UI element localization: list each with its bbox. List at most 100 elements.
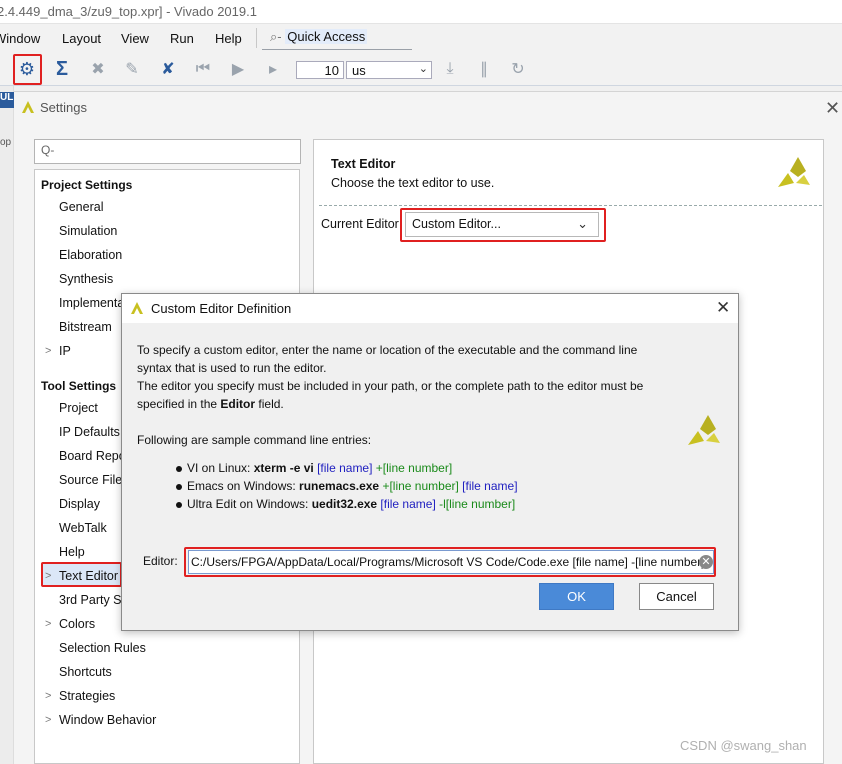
run-all-icon[interactable]: ▶ (228, 59, 248, 79)
vivado-logo-icon (22, 101, 34, 113)
settings-title: Settings (40, 100, 87, 115)
sample-prefix: Emacs on Windows: (187, 479, 300, 493)
panel-separator (319, 205, 822, 206)
time-unit-select[interactable]: us ⌄ (346, 61, 432, 79)
nav-item-ip-defaults[interactable]: IP Defaults (59, 425, 120, 439)
vivado-logo-icon (131, 302, 143, 314)
sample-line-arg: -l[line number] (435, 497, 516, 511)
desc-text: specified in the (137, 397, 221, 411)
menu-help[interactable]: Help (215, 31, 242, 46)
side-strip-label-1: UL (0, 92, 14, 108)
quick-access-label: Quick Access (285, 29, 368, 44)
sample-prefix: Ultra Edit on Windows: (187, 497, 312, 511)
bullet-icon (176, 483, 182, 490)
menu-view[interactable]: View (121, 31, 149, 46)
ok-button[interactable]: OK (539, 583, 614, 610)
menu-layout[interactable]: Layout (62, 31, 101, 46)
nav-item-source-file[interactable]: Source File (59, 473, 122, 487)
dialog-description-line: specified in the Editor field. (137, 397, 284, 411)
nav-item-text-editor[interactable]: Text Editor (59, 569, 118, 583)
desc-text: field. (255, 397, 284, 411)
relaunch-icon[interactable]: ↻ (508, 59, 528, 79)
sample-command: uedit32.exe (311, 497, 378, 511)
nav-item-ip[interactable]: IP (59, 344, 71, 358)
debug-icon[interactable]: ✖ (88, 59, 108, 79)
sample-command: xterm -e vi (253, 461, 314, 475)
time-unit-value: us (352, 63, 366, 78)
nav-item-strategies[interactable]: Strategies (59, 689, 115, 703)
nav-item-help[interactable]: Help (59, 545, 85, 559)
sigma-icon[interactable]: Σ (52, 58, 72, 80)
nav-item-project[interactable]: Project (59, 401, 98, 415)
run-time-input[interactable]: 10 (296, 61, 344, 79)
dialog-description-line: The editor you specify must be included … (137, 379, 644, 393)
nav-item-simulation[interactable]: Simulation (59, 224, 117, 238)
panel-title: Text Editor (331, 157, 396, 171)
sample-file-arg: [file name] (377, 497, 436, 511)
pencil-icon[interactable]: ✎ (122, 59, 142, 79)
tool-settings-heading: Tool Settings (41, 379, 117, 393)
run-for-icon[interactable]: ▸ (263, 59, 283, 79)
sample-line-arg: +[line number] (379, 479, 459, 493)
bullet-icon (176, 501, 182, 508)
side-strip-label-2: op (0, 137, 12, 148)
nav-item-elaboration[interactable]: Elaboration (59, 248, 122, 262)
disconnect-icon[interactable]: ✘ (158, 59, 178, 79)
pause-icon[interactable]: ∥ (474, 59, 494, 79)
chevron-down-icon: ⌄ (577, 216, 588, 231)
menu-run[interactable]: Run (170, 31, 194, 46)
chevron-right-icon[interactable]: > (45, 714, 51, 726)
menu-divider (256, 28, 257, 48)
sample-file-arg: [file name] (458, 479, 518, 493)
chevron-right-icon[interactable]: > (45, 570, 51, 582)
sample-entry: Ultra Edit on Windows: uedit32.exe [file… (176, 497, 515, 511)
desc-bold: Editor (220, 397, 256, 411)
chevron-right-icon[interactable]: > (45, 690, 51, 702)
panel-subtitle: Choose the text editor to use. (331, 176, 495, 190)
nav-item-display[interactable]: Display (59, 497, 100, 511)
chevron-down-icon: ⌄ (418, 63, 428, 75)
dialog-description-line: To specify a custom editor, enter the na… (137, 343, 638, 357)
nav-item-general[interactable]: General (59, 200, 103, 214)
dialog-description-line: syntax that is used to run the editor. (137, 361, 327, 375)
editor-command-input[interactable]: C:/Users/FPGA/AppData/Local/Programs/Mic… (188, 550, 714, 574)
search-icon: ⌕- (270, 29, 282, 44)
menu-window[interactable]: Window (0, 31, 40, 46)
nav-item-synthesis[interactable]: Synthesis (59, 272, 113, 286)
watermark: CSDN @swang_shan (680, 738, 807, 753)
current-editor-select[interactable]: Custom Editor... ⌄ (405, 212, 599, 237)
bullet-icon (176, 465, 182, 472)
nav-item-bitstream[interactable]: Bitstream (59, 320, 112, 334)
chevron-right-icon[interactable]: > (45, 618, 51, 630)
clear-icon[interactable]: ✕ (699, 555, 713, 569)
samples-heading: Following are sample command line entrie… (137, 433, 372, 447)
xilinx-logo-icon (688, 415, 720, 445)
close-icon[interactable]: ✕ (825, 98, 840, 119)
xilinx-logo-icon (778, 157, 810, 187)
nav-item-shortcuts[interactable]: Shortcuts (59, 665, 112, 679)
nav-item-window-behavior[interactable]: Window Behavior (59, 713, 156, 727)
current-editor-label: Current Editor (321, 217, 399, 231)
sample-command: runemacs.exe (299, 479, 380, 493)
quick-access-field[interactable]: ⌕- Quick Access (262, 28, 412, 50)
background-side-strip (0, 86, 14, 764)
step-icon[interactable]: ⤓ (440, 59, 460, 79)
nav-item-webtalk[interactable]: WebTalk (59, 521, 107, 535)
dialog-title: Custom Editor Definition (151, 301, 292, 316)
cancel-button[interactable]: Cancel (639, 583, 714, 610)
nav-item-colors[interactable]: Colors (59, 617, 95, 631)
window-title: 2.4.449_dma_3/zu9_top.xpr] - Vivado 2019… (0, 4, 257, 19)
project-settings-heading: Project Settings (41, 178, 133, 192)
chevron-right-icon[interactable]: > (45, 345, 51, 357)
title-bar: 2.4.449_dma_3/zu9_top.xpr] - Vivado 2019… (0, 0, 842, 24)
restart-icon[interactable]: ⏮ (193, 59, 213, 79)
editor-label: Editor: (143, 554, 178, 568)
current-editor-value: Custom Editor... (412, 217, 501, 231)
gear-icon[interactable]: ⚙ (17, 59, 37, 79)
sample-line-arg: +[line number] (372, 461, 453, 475)
close-icon[interactable]: ✕ (716, 298, 730, 318)
settings-search-input[interactable]: Q- (34, 139, 301, 164)
sample-prefix: VI on Linux: (187, 461, 254, 475)
sample-entry: Emacs on Windows: runemacs.exe +[line nu… (176, 479, 518, 493)
nav-item-selection-rules[interactable]: Selection Rules (59, 641, 146, 655)
